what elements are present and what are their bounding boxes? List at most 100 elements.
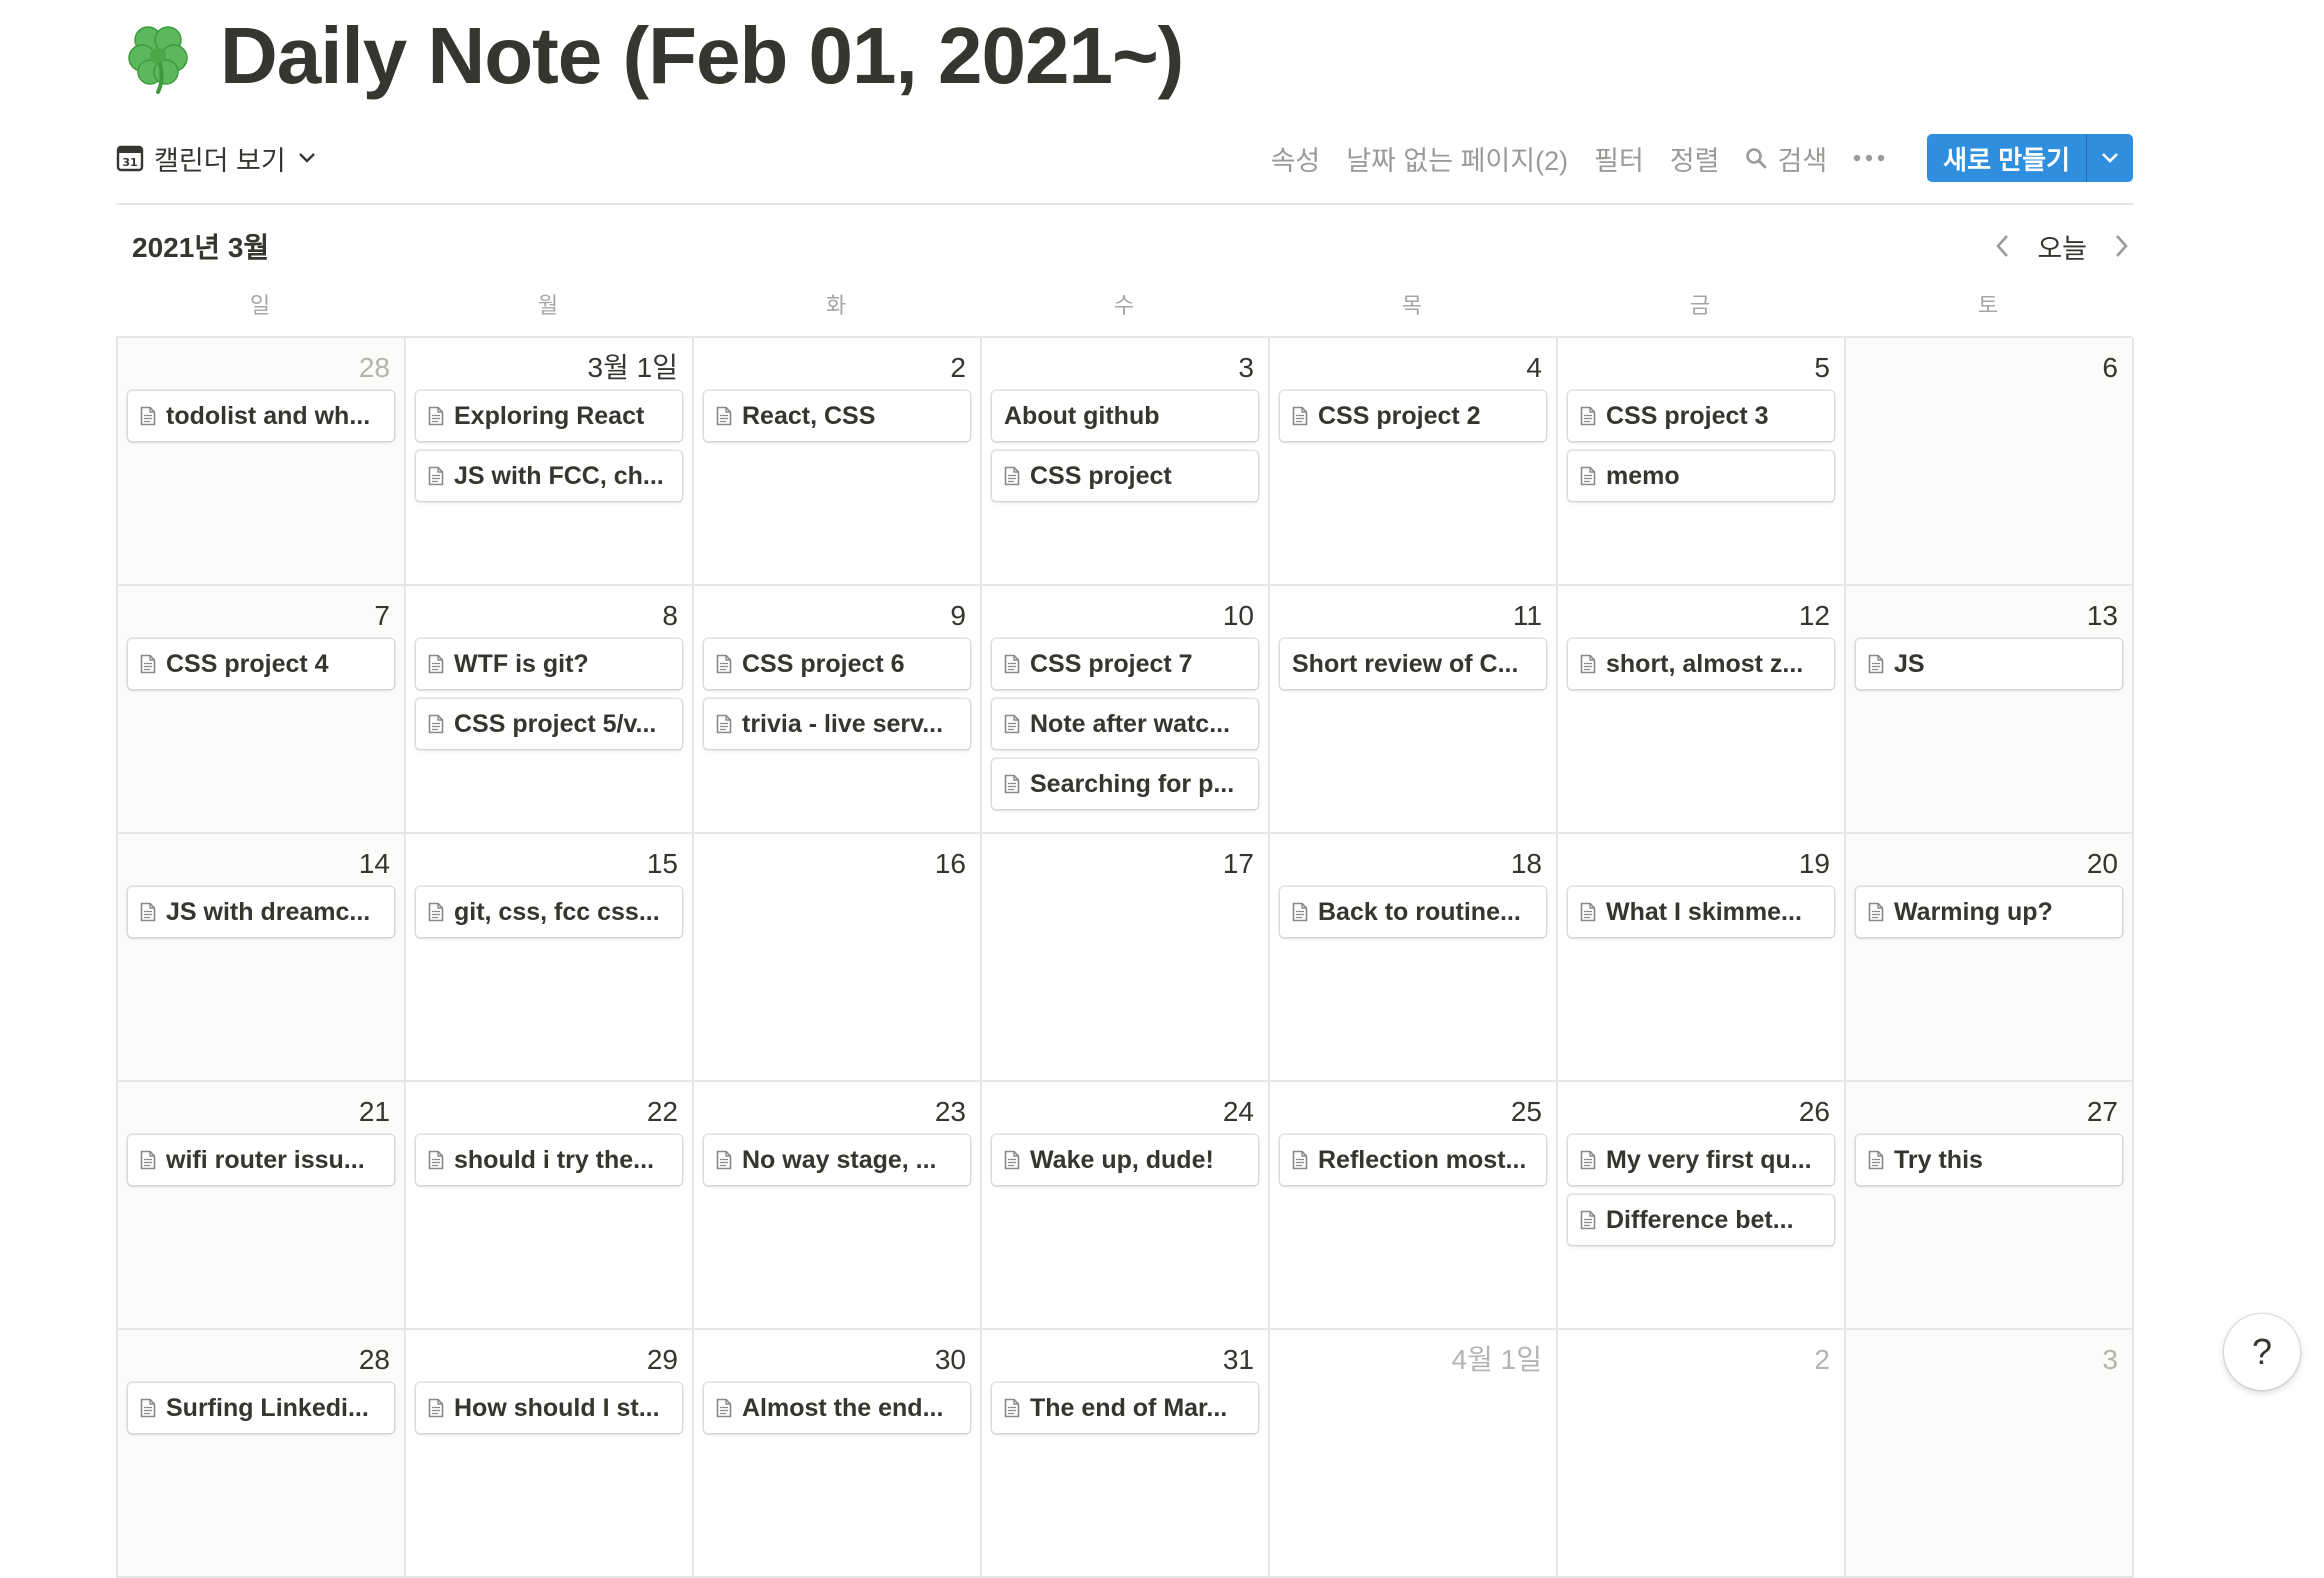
calendar-event-card[interactable]: Reflection most...: [1280, 1135, 1546, 1185]
calendar-event-card[interactable]: WTF is git?: [416, 639, 682, 689]
calendar-day-cell[interactable]: 3: [1846, 1330, 2134, 1578]
event-title: CSS project 5/v...: [454, 709, 657, 738]
calendar-event-card[interactable]: Wake up, dude!: [992, 1135, 1258, 1185]
calendar-day-cell[interactable]: 4 CSS project 2: [1270, 338, 1558, 586]
calendar-event-card[interactable]: Difference bet...: [1568, 1195, 1834, 1245]
page-icon: [428, 1398, 444, 1418]
calendar-event-card[interactable]: Almost the end...: [704, 1383, 970, 1433]
sort-button[interactable]: 정렬: [1670, 139, 1720, 178]
calendar-event-card[interactable]: The end of Mar...: [992, 1383, 1258, 1433]
calendar-day-cell[interactable]: 28 Surfing Linkedi...: [118, 1330, 406, 1578]
help-button[interactable]: ?: [2224, 1314, 2300, 1390]
calendar-day-cell[interactable]: 20 Warming up?: [1846, 834, 2134, 1082]
calendar-day-cell[interactable]: 27 Try this: [1846, 1082, 2134, 1330]
page-icon: [1580, 902, 1596, 922]
calendar-day-cell[interactable]: 10 CSS project 7 Note after watc... Searchi…: [982, 586, 1270, 834]
calendar-day-cell[interactable]: 23 No way stage, ...: [694, 1082, 982, 1330]
no-date-pages-button[interactable]: 날짜 없는 페이지(2): [1346, 139, 1568, 178]
calendar-day-cell[interactable]: 8 WTF is git? CSS project 5/v...: [406, 586, 694, 834]
calendar-event-card[interactable]: CSS project 4: [128, 639, 394, 689]
calendar-event-card[interactable]: React, CSS: [704, 391, 970, 441]
new-page-label: 새로 만들기: [1943, 144, 2070, 175]
calendar-event-card[interactable]: CSS project 3: [1568, 391, 1834, 441]
calendar-event-card[interactable]: CSS project 5/v...: [416, 699, 682, 749]
calendar-day-cell[interactable]: 12 short, almost z...: [1558, 586, 1846, 834]
calendar-event-card[interactable]: Warming up?: [1856, 887, 2122, 937]
day-number: 28: [358, 1344, 390, 1375]
event-title: What I skimme...: [1606, 897, 1802, 926]
calendar-event-card[interactable]: About github: [992, 391, 1258, 441]
chevron-right-icon[interactable]: [2109, 232, 2133, 260]
calendar-day-cell[interactable]: 2: [1558, 1330, 1846, 1578]
calendar-day-cell[interactable]: 28 todolist and wh...: [118, 338, 406, 586]
calendar-event-card[interactable]: CSS project: [992, 451, 1258, 501]
calendar-event-card[interactable]: Try this: [1856, 1135, 2122, 1185]
calendar-day-cell[interactable]: 26 My very first qu... Difference bet...: [1558, 1082, 1846, 1330]
calendar-event-card[interactable]: should i try the...: [416, 1135, 682, 1185]
calendar-event-card[interactable]: short, almost z...: [1568, 639, 1834, 689]
calendar-event-card[interactable]: My very first qu...: [1568, 1135, 1834, 1185]
calendar-event-card[interactable]: Note after watc...: [992, 699, 1258, 749]
calendar-event-card[interactable]: CSS project 6: [704, 639, 970, 689]
event-title: Try this: [1894, 1145, 1983, 1174]
calendar-day-cell[interactable]: 11 Short review of C...: [1270, 586, 1558, 834]
calendar-event-card[interactable]: What I skimme...: [1568, 887, 1834, 937]
calendar-day-cell[interactable]: 14 JS with dreamc...: [118, 834, 406, 1082]
calendar-day-cell[interactable]: 19 What I skimme...: [1558, 834, 1846, 1082]
calendar-event-card[interactable]: CSS project 7: [992, 639, 1258, 689]
calendar-event-card[interactable]: Exploring React: [416, 391, 682, 441]
more-options-icon[interactable]: [1853, 154, 1885, 162]
calendar-day-cell[interactable]: 13 JS: [1846, 586, 2134, 834]
chevron-left-icon[interactable]: [1991, 232, 2015, 260]
calendar-event-card[interactable]: Short review of C...: [1280, 639, 1546, 689]
calendar-event-card[interactable]: wifi router issu...: [128, 1135, 394, 1185]
event-title: Note after watc...: [1030, 709, 1231, 738]
day-number: 11: [1512, 600, 1542, 631]
calendar-event-card[interactable]: Back to routine...: [1280, 887, 1546, 937]
event-title: No way stage, ...: [742, 1145, 937, 1174]
calendar-event-card[interactable]: Surfing Linkedi...: [128, 1383, 394, 1433]
calendar-day-cell[interactable]: 7 CSS project 4: [118, 586, 406, 834]
calendar-day-cell[interactable]: 25 Reflection most...: [1270, 1082, 1558, 1330]
filter-button[interactable]: 필터: [1594, 139, 1644, 178]
calendar-event-card[interactable]: JS with dreamc...: [128, 887, 394, 937]
calendar-day-cell[interactable]: 16: [694, 834, 982, 1082]
properties-button[interactable]: 속성: [1271, 139, 1321, 178]
calendar-event-card[interactable]: How should I st...: [416, 1383, 682, 1433]
calendar-day-cell[interactable]: 2 React, CSS: [694, 338, 982, 586]
new-page-button[interactable]: 새로 만들기: [1927, 134, 2133, 182]
calendar-day-cell[interactable]: 30 Almost the end...: [694, 1330, 982, 1578]
new-template-dropdown[interactable]: [2087, 134, 2133, 182]
calendar-event-card[interactable]: todolist and wh...: [128, 391, 394, 441]
calendar-event-card[interactable]: CSS project 2: [1280, 391, 1546, 441]
calendar-event-card[interactable]: Searching for p...: [992, 759, 1258, 809]
calendar-day-cell[interactable]: 24 Wake up, dude!: [982, 1082, 1270, 1330]
event-title: Difference bet...: [1606, 1205, 1794, 1234]
calendar-day-cell[interactable]: 6: [1846, 338, 2134, 586]
view-switcher[interactable]: 31 캘린더 보기: [116, 139, 316, 178]
calendar-day-cell[interactable]: 17: [982, 834, 1270, 1082]
calendar-day-cell[interactable]: 18 Back to routine...: [1270, 834, 1558, 1082]
calendar-day-cell[interactable]: 4월 1일: [1270, 1330, 1558, 1578]
event-title: CSS project: [1030, 461, 1172, 490]
calendar-day-cell[interactable]: 22 should i try the...: [406, 1082, 694, 1330]
calendar-event-card[interactable]: No way stage, ...: [704, 1135, 970, 1185]
calendar-event-card[interactable]: JS: [1856, 639, 2122, 689]
calendar-day-cell[interactable]: 31 The end of Mar...: [982, 1330, 1270, 1578]
calendar-day-cell[interactable]: 5 CSS project 3 memo: [1558, 338, 1846, 586]
today-button[interactable]: 오늘: [2037, 227, 2087, 266]
calendar-day-cell[interactable]: 15 git, css, fcc css...: [406, 834, 694, 1082]
search-button[interactable]: 검색: [1745, 139, 1827, 178]
calendar-day-cell[interactable]: 9 CSS project 6 trivia - live serv...: [694, 586, 982, 834]
calendar-event-card[interactable]: memo: [1568, 451, 1834, 501]
calendar-day-cell[interactable]: 3월 1일 Exploring React JS with FCC, ch...: [406, 338, 694, 586]
calendar-day-cell[interactable]: 3 About github CSS project: [982, 338, 1270, 586]
calendar-event-card[interactable]: git, css, fcc css...: [416, 887, 682, 937]
calendar-day-cell[interactable]: 29 How should I st...: [406, 1330, 694, 1578]
calendar-event-card[interactable]: trivia - live serv...: [704, 699, 970, 749]
day-number: 3월 1일: [587, 352, 678, 383]
day-number: 24: [1222, 1096, 1254, 1127]
calendar-day-cell[interactable]: 21 wifi router issu...: [118, 1082, 406, 1330]
calendar-event-card[interactable]: JS with FCC, ch...: [416, 451, 682, 501]
weekday-label: 화: [825, 293, 847, 318]
